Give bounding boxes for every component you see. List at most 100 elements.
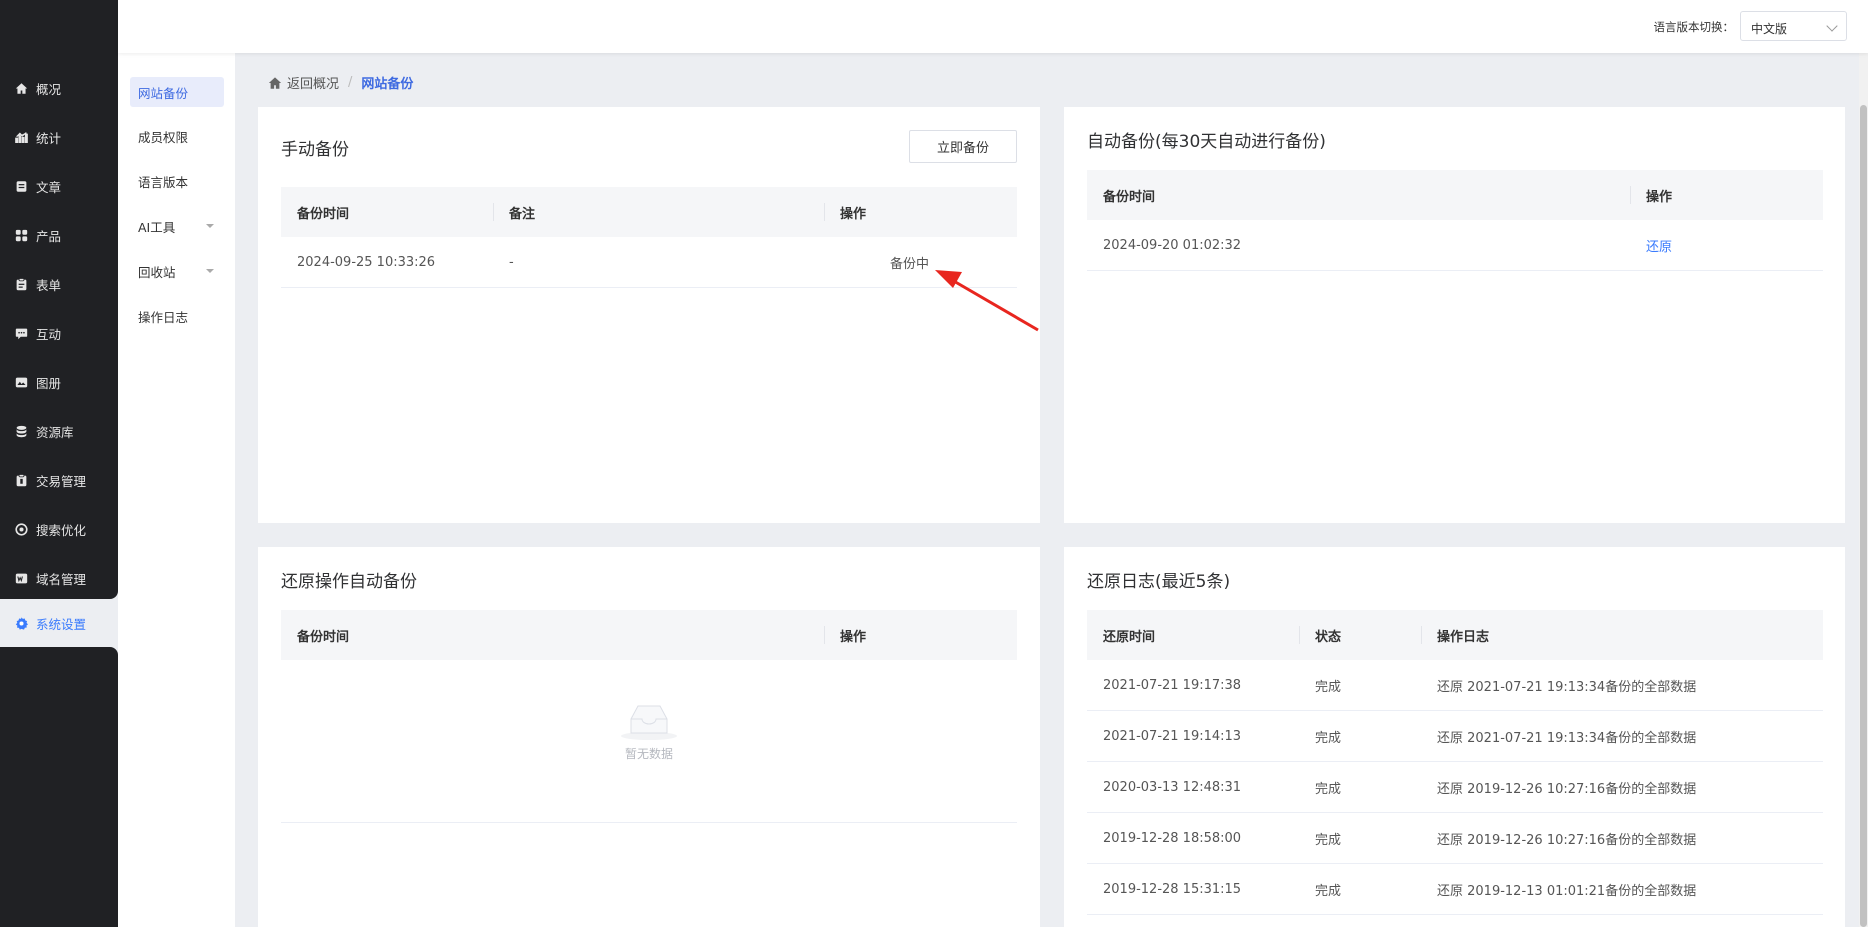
restore-time-cell: 2019-12-28 15:31:15 — [1103, 882, 1242, 897]
database-icon — [15, 425, 28, 438]
sidebar-item-label: 互动 — [36, 326, 62, 342]
secondary-nav: 网站备份 成员权限 语言版本 AI工具 回收站 操作日志 — [118, 53, 235, 927]
sidebar-item-articles[interactable]: 文章 — [0, 162, 118, 210]
subnav-item-label: 网站备份 — [138, 85, 189, 101]
sidebar-item-overview[interactable]: 概况 — [0, 64, 118, 112]
restore-log-card: 还原日志(最近5条) 还原时间 状态 操作日志 2021-07-21 19:17… — [1064, 547, 1845, 927]
sidebar-item-forms[interactable]: 表单 — [0, 260, 118, 308]
restore-log-title: 还原日志(最近5条) — [1087, 572, 1231, 592]
chat-icon — [15, 327, 28, 340]
column-header: 操作 — [1630, 170, 1672, 220]
auto-backup-table: 备份时间 操作 2024-09-20 01:02:32 还原 — [1087, 170, 1823, 272]
note-cell: - — [509, 255, 514, 270]
subnav-item-operation-log[interactable]: 操作日志 — [130, 301, 224, 331]
empty-text: 暂无数据 — [624, 747, 673, 761]
status-cell: 完成 — [1315, 782, 1342, 797]
sidebar-item-label: 交易管理 — [36, 473, 87, 489]
log-cell: 还原 2019-12-26 10:27:16备份的全部数据 — [1437, 833, 1697, 848]
sidebar-item-label: 概况 — [36, 81, 62, 97]
top-header: 语言版本切换： 中文版 — [118, 0, 1868, 53]
language-switch-label: 语言版本切换： — [1653, 20, 1735, 34]
table-row: 2021-07-21 19:14:13 完成 还原 2021-07-21 19:… — [1087, 711, 1823, 762]
sidebar-item-label: 搜索优化 — [36, 522, 87, 538]
column-header: 备份时间 — [297, 629, 350, 645]
column-header: 备份时间 — [297, 206, 350, 222]
sidebar-item-products[interactable]: 产品 — [0, 211, 118, 259]
table-header: 备份时间 操作 — [1087, 170, 1823, 220]
sidebar-item-label: 图册 — [36, 375, 62, 391]
sidebar-item-stats[interactable]: 统计 — [0, 113, 118, 161]
main-sidebar: 概况 统计 文章 产品 表单 互动 图册 资源库 交易管理 搜索优化 域名管理 — [0, 0, 118, 927]
table-header: 备份时间 备注 操作 — [281, 187, 1017, 237]
restore-time-cell: 2019-12-28 18:58:00 — [1103, 831, 1242, 846]
form-icon — [15, 277, 28, 291]
product-icon — [15, 229, 28, 242]
sidebar-item-label: 统计 — [36, 130, 62, 146]
restore-auto-backup-title: 还原操作自动备份 — [281, 572, 417, 592]
breadcrumb-separator: / — [348, 75, 353, 90]
restore-link[interactable]: 还原 — [1630, 220, 1672, 271]
auto-backup-card: 自动备份(每30天自动进行备份) 备份时间 操作 2024-09-20 01:0… — [1064, 107, 1845, 523]
auto-backup-title: 自动备份(每30天自动进行备份) — [1087, 132, 1326, 152]
table-row: 2019-12-28 18:58:00 完成 还原 2019-12-26 10:… — [1087, 813, 1823, 864]
backup-time-cell: 2024-09-25 10:33:26 — [297, 255, 436, 270]
table-header: 还原时间 状态 操作日志 — [1087, 610, 1823, 660]
sidebar-dark-bottom — [0, 647, 118, 927]
sidebar-item-label: 产品 — [36, 228, 62, 244]
status-cell: 完成 — [1315, 680, 1342, 695]
backup-now-button[interactable]: 立即备份 — [909, 130, 1017, 163]
subnav-item-label: 回收站 — [138, 264, 176, 280]
sidebar-item-album[interactable]: 图册 — [0, 358, 118, 406]
breadcrumb-home-label: 返回概况 — [287, 77, 340, 92]
sidebar-item-seo[interactable]: 搜索优化 — [0, 505, 118, 553]
restore-auto-backup-card: 还原操作自动备份 备份时间 操作 暂无数据 — [258, 547, 1040, 927]
column-header: 状态 — [1299, 610, 1341, 660]
subnav-item-label: 操作日志 — [138, 309, 189, 325]
empty-state: 暂无数据 — [281, 703, 1017, 762]
sidebar-item-resources[interactable]: 资源库 — [0, 407, 118, 455]
restore-time-cell: 2020-03-13 12:48:31 — [1103, 780, 1242, 795]
sidebar-item-settings[interactable]: 系统设置 — [0, 599, 118, 647]
manual-backup-table: 备份时间 备注 操作 2024-09-25 10:33:26 - 备份中 — [281, 187, 1017, 288]
subnav-item-label: 成员权限 — [138, 129, 189, 145]
trade-icon — [15, 473, 28, 487]
gear-icon — [15, 616, 28, 630]
subnav-item-site-backup[interactable]: 网站备份 — [130, 77, 224, 107]
sidebar-item-label: 域名管理 — [36, 571, 87, 587]
status-cell: 完成 — [1315, 884, 1342, 899]
log-cell: 还原 2019-12-26 10:27:16备份的全部数据 — [1437, 782, 1697, 797]
backing-up-status: 备份中 — [890, 257, 930, 272]
column-header: 操作 — [824, 187, 866, 237]
breadcrumb: 返回概况 / 网站备份 — [268, 73, 413, 92]
home-icon — [268, 76, 282, 89]
page-scrollbar[interactable] — [1859, 53, 1868, 927]
column-header: 操作 — [824, 610, 866, 660]
sidebar-item-interaction[interactable]: 互动 — [0, 309, 118, 357]
subnav-item-member-permissions[interactable]: 成员权限 — [130, 121, 224, 151]
column-header: 操作日志 — [1421, 610, 1489, 660]
table-row: 2024-09-25 10:33:26 - 备份中 — [281, 237, 1017, 288]
backup-time-cell: 2024-09-20 01:02:32 — [1103, 238, 1242, 253]
table-header: 备份时间 操作 — [281, 610, 1017, 660]
status-cell: 完成 — [1315, 833, 1342, 848]
language-select[interactable]: 中文版 — [1740, 11, 1847, 41]
subnav-item-recycle-bin[interactable]: 回收站 — [130, 256, 224, 286]
table-row: 2019-12-28 15:31:15 完成 还原 2019-12-13 01:… — [1087, 864, 1823, 915]
domain-icon — [15, 572, 28, 585]
breadcrumb-home-link[interactable]: 返回概况 — [268, 73, 339, 92]
subnav-item-language-version[interactable]: 语言版本 — [130, 166, 224, 196]
subnav-item-label: 语言版本 — [138, 174, 189, 190]
home-icon — [15, 82, 28, 95]
table-row: 2021-07-21 19:17:38 完成 还原 2021-07-21 19:… — [1087, 660, 1823, 711]
sidebar-item-trade[interactable]: 交易管理 — [0, 456, 118, 504]
sidebar-item-label: 资源库 — [36, 424, 74, 440]
table-row: 2020-03-13 12:48:31 完成 还原 2019-12-26 10:… — [1087, 762, 1823, 813]
sidebar-item-domain[interactable]: 域名管理 — [0, 554, 118, 602]
restore-time-cell: 2021-07-21 19:17:38 — [1103, 678, 1242, 693]
table-row: 2024-09-20 01:02:32 还原 — [1087, 220, 1823, 271]
restore-log-table: 还原时间 状态 操作日志 2021-07-21 19:17:38 完成 还原 2… — [1087, 610, 1823, 927]
stats-icon — [15, 131, 28, 144]
manual-backup-card: 手动备份 立即备份 备份时间 备注 操作 2024-09-25 10:33:26… — [258, 107, 1040, 523]
scrollbar-thumb[interactable] — [1860, 105, 1867, 927]
subnav-item-ai-tools[interactable]: AI工具 — [130, 211, 224, 241]
